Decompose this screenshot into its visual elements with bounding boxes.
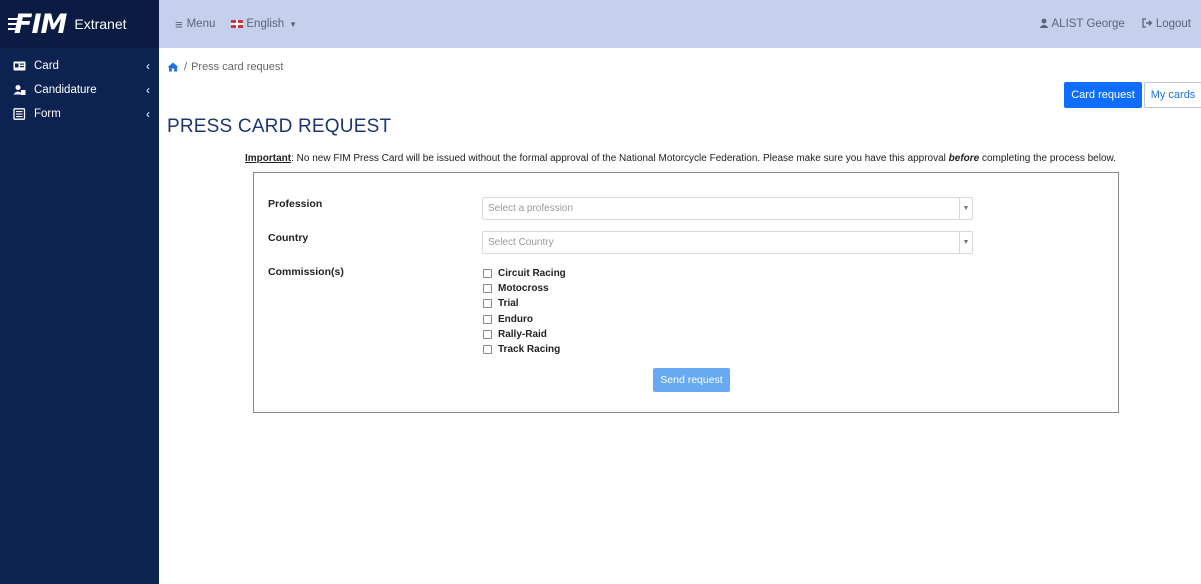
caret-down-icon: ▼ xyxy=(289,19,298,29)
page-title: PRESS CARD REQUEST xyxy=(167,116,392,137)
home-icon[interactable] xyxy=(167,62,179,72)
menu-toggle[interactable]: ≡ Menu xyxy=(175,17,215,32)
checkbox[interactable] xyxy=(483,345,492,355)
checkbox-label: Trial xyxy=(498,298,519,310)
press-card-form: Profession Select a profession ▼ Country… xyxy=(253,172,1119,413)
breadcrumb-current: Press card request xyxy=(191,61,284,73)
dropdown-arrow-icon: ▼ xyxy=(959,198,972,219)
notice-emphasis: before xyxy=(948,153,980,164)
profession-select[interactable]: Select a profession ▼ xyxy=(482,197,973,220)
user-icon xyxy=(1039,18,1049,31)
checkbox[interactable] xyxy=(483,314,492,324)
chevron-left-icon: ‹ xyxy=(146,59,150,73)
commissions-label: Commission(s) xyxy=(268,266,344,278)
checkbox[interactable] xyxy=(483,329,492,339)
breadcrumb-separator: / xyxy=(184,61,188,73)
sign-out-icon xyxy=(1142,17,1153,31)
hamburger-icon: ≡ xyxy=(175,16,183,32)
sidebar-item-card[interactable]: Card ‹ xyxy=(0,54,159,78)
sidebar-nav: Card ‹ Candidature ‹ Form ‹ xyxy=(0,48,159,126)
notice-text: : No new FIM Press Card will be issued w… xyxy=(291,153,949,164)
logout-label: Logout xyxy=(1155,18,1191,30)
card-request-button[interactable]: Card request xyxy=(1064,82,1142,108)
checkbox[interactable] xyxy=(483,284,492,294)
important-notice: Important: No new FIM Press Card will be… xyxy=(245,153,1116,164)
checkbox[interactable] xyxy=(483,269,492,279)
form-list-icon xyxy=(13,108,26,120)
notice-important-label: Important xyxy=(245,153,292,164)
country-label: Country xyxy=(268,232,309,244)
commission-rally-raid[interactable]: Rally-Raid xyxy=(483,327,566,342)
brand[interactable]: FIM Extranet xyxy=(0,0,159,48)
country-placeholder: Select Country xyxy=(488,237,554,248)
checkbox-label: Motocross xyxy=(498,283,549,295)
language-dropdown[interactable]: English ▼ xyxy=(231,18,297,30)
checkbox-label: Track Racing xyxy=(498,344,561,356)
country-select[interactable]: Select Country ▼ xyxy=(482,231,973,254)
sidebar-item-label: Card xyxy=(34,60,59,72)
profession-label: Profession xyxy=(268,198,323,210)
topbar: ≡ Menu English ▼ ALIST George Logout xyxy=(159,0,1201,48)
commission-circuit-racing[interactable]: Circuit Racing xyxy=(483,266,566,281)
commissions-checkbox-group: Circuit Racing Motocross Trial Enduro Ra… xyxy=(483,266,566,357)
sidebar-item-label: Candidature xyxy=(34,84,97,96)
commission-motocross[interactable]: Motocross xyxy=(483,281,566,296)
checkbox[interactable] xyxy=(483,299,492,309)
chevron-left-icon: ‹ xyxy=(146,83,150,97)
fim-logo: FIM xyxy=(8,9,67,40)
checkbox-label: Circuit Racing xyxy=(498,268,566,280)
commission-trial[interactable]: Trial xyxy=(483,296,566,311)
user-menu[interactable]: ALIST George xyxy=(1039,18,1125,31)
breadcrumb: / Press card request xyxy=(167,61,283,73)
checkbox-label: Enduro xyxy=(498,313,533,325)
my-cards-button[interactable]: My cards xyxy=(1144,82,1201,108)
main-content: / Press card request Card request My car… xyxy=(159,48,1201,584)
sidebar-item-candidature[interactable]: Candidature ‹ xyxy=(0,78,159,102)
logout-link[interactable]: Logout xyxy=(1142,17,1191,31)
menu-label: Menu xyxy=(186,18,216,30)
sidebar-item-form[interactable]: Form ‹ xyxy=(0,102,159,126)
dropdown-arrow-icon: ▼ xyxy=(959,232,972,253)
notice-text-end: completing the process below. xyxy=(979,153,1116,164)
id-card-icon xyxy=(13,60,26,72)
checkbox-label: Rally-Raid xyxy=(498,328,547,340)
user-card-icon xyxy=(13,84,26,96)
commission-track-racing[interactable]: Track Racing xyxy=(483,342,566,357)
brand-name: Extranet xyxy=(74,16,127,32)
sidebar: FIM Extranet Card ‹ Candidature ‹ Form ‹ xyxy=(0,0,159,584)
chevron-left-icon: ‹ xyxy=(146,107,150,121)
uk-flag-icon xyxy=(231,20,244,28)
sidebar-item-label: Form xyxy=(34,108,61,120)
send-request-button[interactable]: Send request xyxy=(653,368,730,392)
language-label: English xyxy=(246,18,285,30)
profession-placeholder: Select a profession xyxy=(488,203,574,214)
commission-enduro[interactable]: Enduro xyxy=(483,312,566,327)
user-name: ALIST George xyxy=(1051,18,1125,30)
